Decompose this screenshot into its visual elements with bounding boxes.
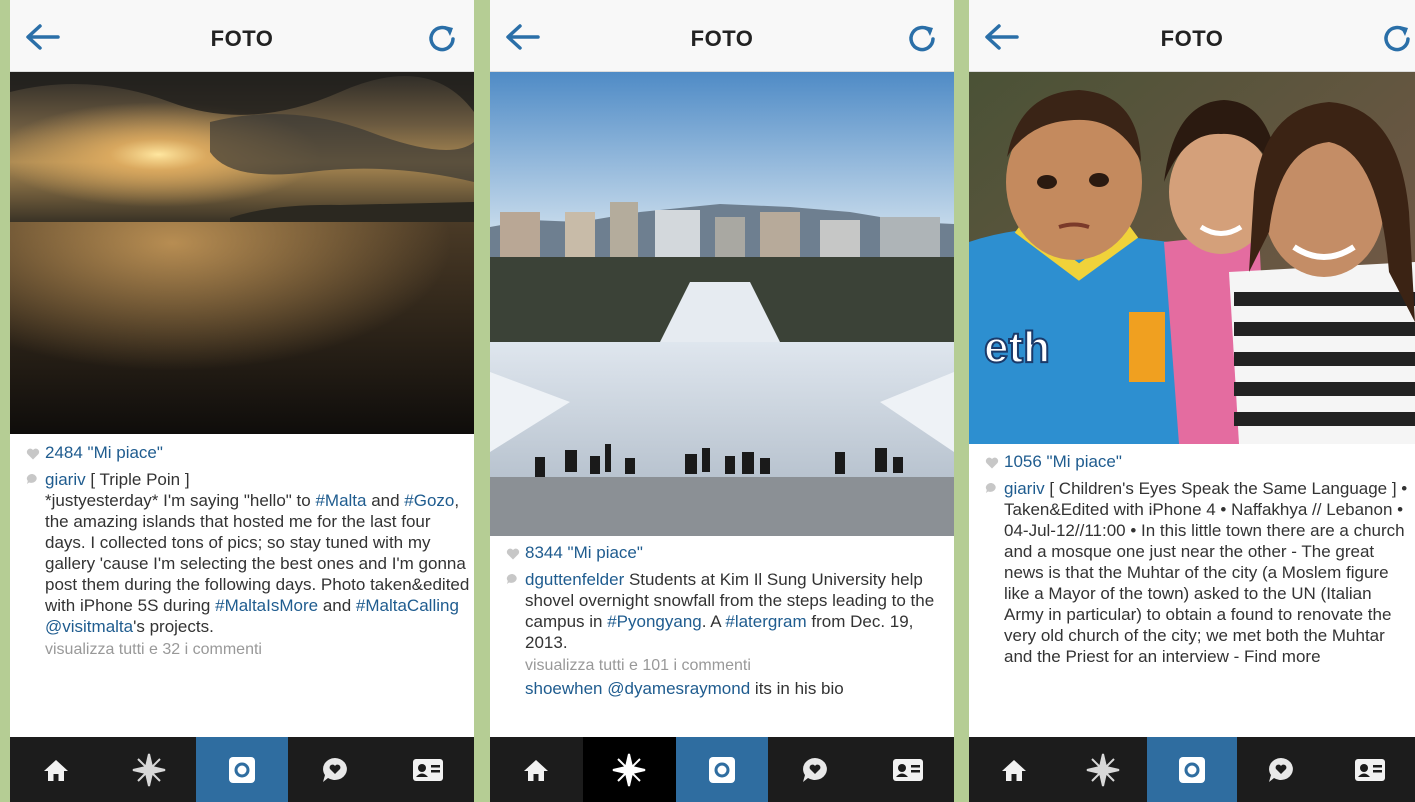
- likes-row: 1056 "Mi piace": [969, 452, 1415, 474]
- activity-heart-bubble-icon: [322, 757, 347, 782]
- tab-camera[interactable]: [675, 737, 769, 802]
- tab-profile[interactable]: [381, 737, 474, 802]
- nav-bar: FOTO: [10, 0, 474, 72]
- hashtag-link[interactable]: #Malta: [315, 491, 366, 510]
- tab-activity[interactable]: [768, 737, 861, 802]
- camera-icon: [708, 756, 735, 783]
- tab-home[interactable]: [10, 737, 103, 802]
- explore-star-icon: [612, 753, 646, 786]
- refresh-icon[interactable]: [426, 22, 458, 54]
- likes-row: 8344 "Mi piace": [490, 543, 954, 565]
- profile-card-icon: [412, 758, 443, 781]
- tab-home[interactable]: [969, 737, 1058, 802]
- profile-card-icon: [1355, 758, 1386, 781]
- tab-explore[interactable]: [1058, 737, 1147, 802]
- caption-text-run: [ Triple Poin ] *justyesterday* I'm sayin…: [45, 470, 316, 510]
- page-title: FOTO: [1160, 26, 1224, 51]
- comment: shoewhen @dyamesraymond its in his bio: [490, 678, 954, 699]
- screen-photo-lebanon: FOTO eth 1056 "Mi piace" giariv [Childr…: [969, 0, 1415, 802]
- tab-explore[interactable]: [582, 737, 676, 802]
- hashtag-link[interactable]: #Pyongyang: [607, 612, 702, 631]
- comment-bubble-icon: [506, 573, 517, 584]
- caption-text: [ Children's Eyes Speak the Same Languag…: [1004, 479, 1407, 666]
- likes-count[interactable]: 2484 "Mi piace": [45, 443, 163, 462]
- refresh-icon[interactable]: [1381, 22, 1413, 54]
- caption: dguttenfelder Students at Kim Il Sung Un…: [490, 569, 954, 653]
- nav-bar: FOTO: [490, 0, 954, 72]
- activity-heart-bubble-icon: [1269, 757, 1294, 782]
- screen-photo-malta: FOTO 2484 "Mi piace" giariv [Triple Poi…: [10, 0, 474, 802]
- hashtag-link[interactable]: #Gozo: [404, 491, 454, 510]
- heart-icon: [506, 548, 520, 560]
- hashtag-link[interactable]: #MaltaIsMore: [215, 596, 318, 615]
- caption: giariv [ Children's Eyes Speak the Same …: [969, 478, 1415, 667]
- caption-text-run: [ Children's Eyes Speak the Same Languag…: [1004, 479, 1408, 666]
- explore-star-icon: [1086, 753, 1120, 786]
- post-details: 1056 "Mi piace" giariv [ Children's Eyes…: [969, 452, 1415, 737]
- hashtag-link[interactable]: #latergram: [725, 612, 806, 631]
- username-link[interactable]: giariv: [1004, 479, 1045, 498]
- username-link[interactable]: dguttenfelder: [525, 570, 624, 589]
- likes-row: 2484 "Mi piace": [10, 443, 474, 465]
- caption-text: [ Triple Poin ] *justyesterday* I'm sayin…: [45, 470, 469, 636]
- tab-profile[interactable]: [861, 737, 954, 802]
- tab-explore[interactable]: [103, 737, 196, 802]
- camera-icon: [1179, 756, 1205, 783]
- post-photo[interactable]: [10, 72, 474, 434]
- comment-username-link[interactable]: shoewhen: [525, 679, 603, 698]
- refresh-icon[interactable]: [906, 22, 938, 54]
- post-details: 8344 "Mi piace" dguttenfelder Students a…: [490, 543, 954, 737]
- tab-camera[interactable]: [195, 737, 289, 802]
- caption-text-run: and: [366, 491, 405, 510]
- home-icon: [44, 759, 69, 781]
- hashtag-link[interactable]: #MaltaCalling: [356, 596, 459, 615]
- comment-bubble-icon: [26, 473, 37, 484]
- svg-text:eth: eth: [984, 323, 1050, 372]
- home-icon: [1001, 759, 1026, 781]
- camera-icon: [228, 756, 255, 783]
- page-title: FOTO: [690, 26, 754, 51]
- home-icon: [524, 759, 549, 781]
- caption: giariv [ Triple Poin ] *justyesterday* I'…: [10, 469, 474, 637]
- likes-count[interactable]: 8344 "Mi piace": [525, 543, 643, 562]
- caption-text-run: and: [318, 596, 356, 615]
- post-photo[interactable]: [490, 72, 954, 536]
- post-photo[interactable]: eth: [969, 72, 1415, 444]
- hashtag-link[interactable]: @visitmalta: [45, 617, 133, 636]
- heart-icon: [985, 457, 999, 469]
- tab-camera[interactable]: [1147, 737, 1237, 802]
- tab-activity[interactable]: [1237, 737, 1326, 802]
- tab-bar: [10, 737, 474, 802]
- view-all-comments-link[interactable]: visualizza tutti e 101 i commenti: [490, 657, 954, 675]
- comment-mention-link[interactable]: @dyamesraymond: [607, 679, 750, 698]
- explore-star-icon: [132, 753, 166, 786]
- username-link[interactable]: giariv: [45, 470, 86, 489]
- tab-profile[interactable]: [1326, 737, 1415, 802]
- view-all-comments-link[interactable]: visualizza tutti e 32 i commenti: [10, 641, 474, 659]
- comment-bubble-icon: [985, 482, 996, 493]
- tab-bar: [969, 737, 1415, 802]
- caption-text-run: . A: [701, 612, 726, 631]
- profile-card-icon: [892, 758, 923, 781]
- likes-count[interactable]: 1056 "Mi piace": [1004, 452, 1122, 471]
- caption-text-run: 's projects.: [133, 617, 214, 636]
- post-details: 2484 "Mi piace" giariv [ Triple Poin ] *j…: [10, 443, 474, 737]
- tab-bar: [490, 737, 954, 802]
- nav-bar: FOTO: [969, 0, 1415, 72]
- tab-home[interactable]: [490, 737, 583, 802]
- tab-activity[interactable]: [288, 737, 381, 802]
- screen-photo-pyongyang: FOTO 8344 "Mi piace" dguttenfelder Stude…: [490, 0, 954, 802]
- page-title: FOTO: [210, 26, 274, 51]
- activity-heart-bubble-icon: [802, 757, 827, 782]
- comment-text: its in his bio: [750, 679, 844, 698]
- heart-icon: [26, 448, 40, 460]
